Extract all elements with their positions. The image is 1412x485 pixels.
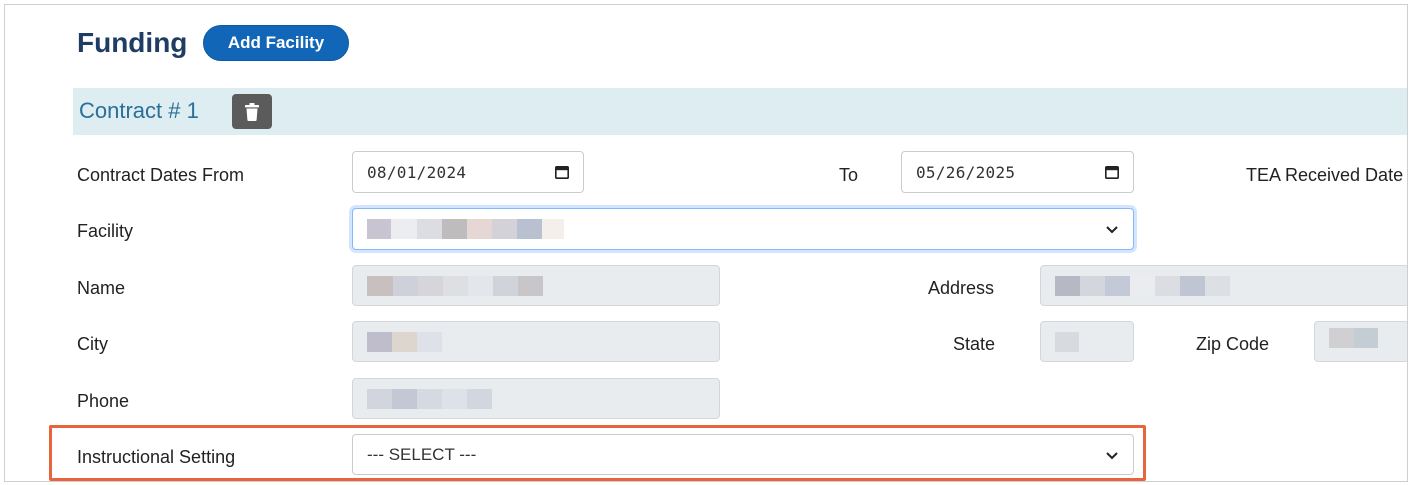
- zip-code-value-redacted: [1329, 327, 1378, 348]
- name-value-redacted: [367, 275, 543, 296]
- add-facility-button[interactable]: Add Facility: [203, 25, 349, 61]
- facility-label: Facility: [77, 221, 134, 241]
- contract-title: Contract # 1: [79, 98, 199, 123]
- name-field[interactable]: [352, 265, 720, 306]
- calendar-icon[interactable]: [555, 165, 569, 179]
- contract-dates-from-label: Contract Dates From: [77, 165, 245, 185]
- facility-select[interactable]: [352, 208, 1134, 250]
- state-label: State: [953, 334, 996, 354]
- to-label: To: [839, 165, 859, 185]
- address-field[interactable]: [1040, 265, 1407, 306]
- contract-dates-from-value: 08/01/2024: [367, 162, 467, 182]
- chevron-down-icon[interactable]: [1105, 222, 1119, 236]
- phone-field[interactable]: [352, 378, 720, 419]
- state-value-redacted: [1055, 331, 1079, 352]
- trash-icon: [245, 102, 259, 121]
- state-field[interactable]: [1040, 321, 1134, 362]
- zip-code-label: Zip Code: [1196, 334, 1270, 354]
- tea-received-date-label: TEA Received Date: [1246, 165, 1404, 185]
- contract-dates-to-value: 05/26/2025: [916, 162, 1016, 182]
- city-value-redacted: [367, 331, 442, 352]
- contract-dates-to-input[interactable]: 05/26/2025: [901, 151, 1134, 193]
- calendar-icon[interactable]: [1105, 165, 1119, 179]
- city-field[interactable]: [352, 321, 720, 362]
- delete-contract-button[interactable]: [232, 94, 272, 129]
- contract-dates-from-input[interactable]: 08/01/2024: [352, 151, 584, 193]
- funding-panel: Funding Add Facility Contract # 1 Contra…: [4, 4, 1408, 482]
- page-title: Funding: [77, 27, 188, 58]
- highlight-annotation: [49, 425, 1146, 481]
- contract-header-bar: [73, 88, 1407, 135]
- name-label: Name: [77, 278, 126, 298]
- phone-label: Phone: [77, 391, 130, 411]
- address-value-redacted: [1055, 275, 1230, 296]
- zip-code-field[interactable]: [1314, 321, 1407, 362]
- facility-value-redacted: [367, 219, 564, 239]
- address-label: Address: [928, 278, 995, 298]
- city-label: City: [77, 334, 108, 354]
- phone-value-redacted: [367, 388, 492, 409]
